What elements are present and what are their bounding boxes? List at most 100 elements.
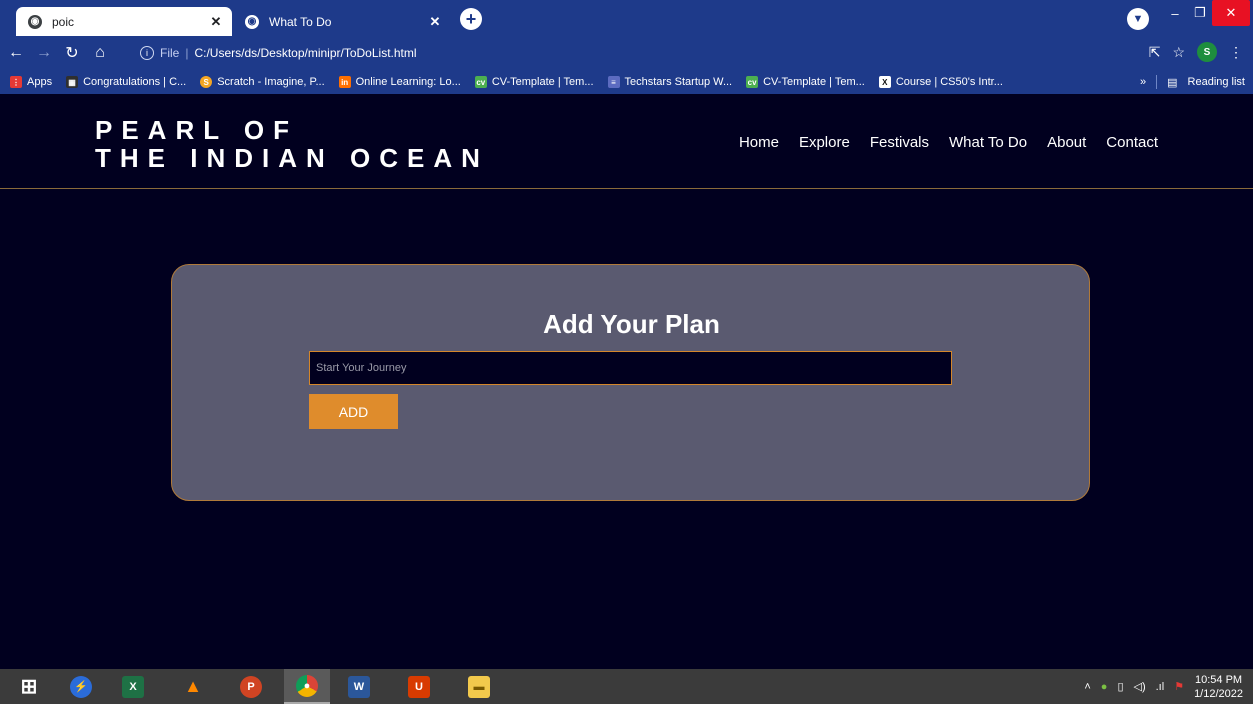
address-bar[interactable]: i File | C:/Users/ds/Desktop/minipr/ToDo… (140, 42, 417, 64)
clock-date: 1/12/2022 (1194, 687, 1243, 700)
reload-icon[interactable]: ↻ (60, 41, 84, 65)
cv-template-icon: cv (746, 76, 759, 88)
taskbar-app[interactable]: X (110, 669, 156, 704)
reading-list-icon[interactable]: ▤ (1167, 76, 1177, 89)
bookmark-label: CV-Template | Tem... (491, 76, 594, 88)
taskbar-app[interactable]: W (336, 669, 382, 704)
nav-festivals[interactable]: Festivals (870, 134, 929, 151)
nav-about[interactable]: About (1047, 134, 1086, 151)
bookmark-item[interactable]: X Course | CS50's Intr... (878, 76, 1003, 88)
tray-app-icon[interactable]: ● (1101, 681, 1108, 693)
scratch-icon: S (200, 76, 213, 88)
site-header: PEARL OF THE INDIAN OCEAN Home Explore F… (0, 94, 1253, 189)
add-plan-title: Add Your Plan (543, 309, 720, 339)
windows-taskbar: ⊞ ⚡ X ▲ P ● W U ▬ ˄ ● ▯ ◁) .ıl ⚑ 10:54 P… (0, 669, 1253, 704)
close-tab-icon[interactable]: ✕ (208, 14, 224, 30)
plan-input[interactable] (309, 351, 952, 385)
tab-title: poic (52, 14, 75, 29)
url-text: C:/Users/ds/Desktop/minipr/ToDoList.html (194, 46, 417, 60)
notification-flag-icon[interactable]: ⚑ (1174, 680, 1184, 693)
profile-avatar[interactable]: S (1197, 42, 1217, 62)
new-tab-button[interactable]: + (460, 8, 482, 30)
powerpoint-icon: P (240, 675, 262, 698)
system-tray: ˄ ● ▯ ◁) .ıl ⚑ 10:54 PM 1/12/2022 (1084, 669, 1243, 704)
taskbar-app[interactable]: ▬ (456, 669, 502, 704)
taskbar-app[interactable]: P (228, 669, 274, 704)
bookmark-star-icon[interactable]: ☆ (1172, 44, 1185, 61)
site-logo[interactable]: PEARL OF THE INDIAN OCEAN (95, 116, 489, 172)
bookmarks-overflow-button[interactable]: » (1140, 76, 1146, 88)
excel-icon: X (122, 675, 144, 698)
vlc-cone-icon: ▲ (184, 676, 202, 696)
share-icon[interactable]: ⇱ (1149, 44, 1161, 61)
battery-icon[interactable]: ▯ (1117, 680, 1123, 693)
nav-explore[interactable]: Explore (799, 134, 850, 151)
home-icon[interactable]: ⌂ (88, 41, 112, 65)
taskbar-clock[interactable]: 10:54 PM 1/12/2022 (1194, 673, 1243, 701)
chrome-icon: ● (296, 674, 318, 697)
bookmarks-bar: ⋮ Apps ▦ Congratulations | C... S Scratc… (0, 70, 1253, 94)
url-separator: | (185, 46, 189, 60)
tab-search-chevron-icon[interactable]: ▼ (1127, 8, 1149, 30)
edx-icon: X (878, 76, 891, 88)
reading-list-button[interactable]: Reading list (1188, 76, 1245, 88)
office-icon: U (408, 675, 430, 698)
windows-start-button[interactable]: ⊞ (6, 669, 52, 704)
logo-line-2: THE INDIAN OCEAN (95, 143, 489, 173)
add-plan-button[interactable]: ADD (309, 394, 398, 429)
bookmark-label: Course | CS50's Intr... (895, 76, 1003, 88)
bookmark-item[interactable]: S Scratch - Imagine, P... (200, 76, 325, 88)
url-scheme: File (160, 46, 180, 60)
browser-tab-strip: ◉ poic ✕ ◉ What To Do ✕ + ▼ – ❐ ✕ (0, 0, 1253, 36)
nav-what-to-do[interactable]: What To Do (949, 134, 1027, 151)
network-signal-icon[interactable]: .ıl (1156, 681, 1165, 693)
bookmark-label: Online Learning: Lo... (355, 76, 461, 88)
bookmark-label: Scratch - Imagine, P... (217, 76, 325, 88)
bookmark-label: Congratulations | C... (83, 76, 187, 88)
taskbar-app[interactable]: ▲ (170, 669, 216, 704)
lightning-assistant-icon: ⚡ (70, 675, 92, 698)
techstars-icon: ≡ (607, 76, 620, 88)
bookmark-item[interactable]: cv CV-Template | Tem... (474, 76, 594, 88)
bookmark-apps[interactable]: ⋮ Apps (10, 76, 52, 88)
volume-icon[interactable]: ◁) (1134, 680, 1146, 693)
menu-kebab-icon[interactable]: ⋮ (1229, 44, 1243, 61)
bookmark-item[interactable]: ≡ Techstars Startup W... (607, 76, 733, 88)
info-icon[interactable]: i (140, 46, 154, 60)
bookmark-label: Techstars Startup W... (624, 76, 733, 88)
browser-tab-poic[interactable]: ◉ poic ✕ (16, 7, 232, 36)
word-icon: W (348, 675, 370, 698)
bookmark-item[interactable]: in Online Learning: Lo... (338, 76, 461, 88)
bookmarks-divider (1156, 75, 1158, 89)
window-minimize-button[interactable]: – (1163, 0, 1187, 26)
tab-title: What To Do (269, 14, 332, 29)
taskbar-app-active[interactable]: ● (284, 669, 330, 704)
forward-arrow-icon[interactable]: → (32, 41, 56, 65)
nav-home[interactable]: Home (739, 134, 779, 151)
close-tab-icon[interactable]: ✕ (427, 14, 443, 30)
browser-tab-what-to-do[interactable]: ◉ What To Do ✕ (233, 7, 451, 36)
apps-grid-icon: ⋮ (10, 76, 22, 88)
clock-time: 10:54 PM (1194, 673, 1243, 686)
bookmark-label: Apps (27, 76, 53, 88)
window-restore-button[interactable]: ❐ (1188, 0, 1212, 26)
add-plan-card: Add Your Plan ADD (171, 264, 1090, 501)
taskbar-app[interactable]: U (396, 669, 442, 704)
taskbar-app[interactable]: ⚡ (58, 669, 104, 704)
bookmark-item[interactable]: cv CV-Template | Tem... (746, 76, 865, 88)
logo-line-1: PEARL OF (95, 115, 298, 145)
cv-template-icon: cv (474, 76, 487, 88)
bookmark-item[interactable]: ▦ Congratulations | C... (66, 76, 186, 88)
window-close-button[interactable]: ✕ (1212, 0, 1250, 26)
site-nav: Home Explore Festivals What To Do About … (739, 134, 1158, 151)
windows-logo-icon: ⊞ (20, 676, 38, 698)
bookmark-label: CV-Template | Tem... (763, 76, 865, 88)
show-hidden-icons-chevron-icon[interactable]: ˄ (1084, 681, 1090, 693)
calendar-icon: ▦ (66, 76, 79, 88)
file-explorer-icon: ▬ (468, 675, 490, 698)
back-arrow-icon[interactable]: ← (4, 41, 28, 65)
globe-icon: ◉ (245, 14, 259, 29)
nav-contact[interactable]: Contact (1106, 134, 1158, 151)
bookmarks-bar-right: » ▤ Reading list (1140, 70, 1245, 94)
toolbar-actions: ⇱ ☆ S ⋮ (1149, 42, 1243, 62)
